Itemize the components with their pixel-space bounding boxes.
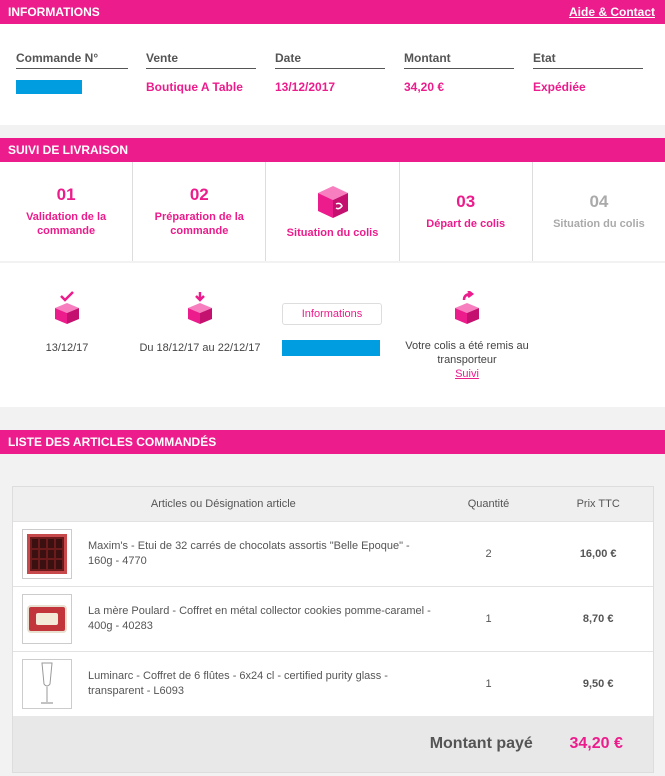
step-label: Situation du colis <box>553 218 645 230</box>
status-header: Etat <box>533 51 643 69</box>
col-designation: Articles ou Désignation article <box>150 498 296 510</box>
item-cell: Luminarc - Coffret de 6 flûtes - 6x24 cl… <box>13 659 434 709</box>
item-price: 9,50 € <box>582 678 614 690</box>
info-header-bar: INFORMATIONS Aide & Contact <box>0 0 665 24</box>
timeline-preparation: Du 18/12/17 au 22/12/17 <box>136 291 264 354</box>
suivi-header-bar: SUIVI DE LIVRAISON <box>0 138 665 162</box>
table-header: Articles ou Désignation article Quantité… <box>13 487 653 521</box>
status-value: Expédiée <box>533 80 586 94</box>
col-quantity: Quantité <box>467 498 510 510</box>
info-title: INFORMATIONS <box>8 5 100 19</box>
informations-button[interactable]: Informations <box>282 303 382 325</box>
preparation-dates: Du 18/12/17 au 22/12/17 <box>139 342 261 354</box>
step-number: 03 <box>456 192 476 211</box>
table-row: Maxim's - Etui de 32 carrés de chocolats… <box>13 521 653 586</box>
sale-col: Vente Boutique A Table <box>146 51 256 94</box>
total-value: 34,20 € <box>569 735 623 752</box>
sale-value: Boutique A Table <box>146 80 243 94</box>
articles-title: LISTE DES ARTICLES COMMANDÉS <box>8 435 217 449</box>
item-description: Luminarc - Coffret de 6 flûtes - 6x24 cl… <box>88 670 388 697</box>
order-number-header: Commande N° <box>16 51 128 69</box>
step-label: Préparation de la commande <box>154 211 244 237</box>
amount-value: 34,20 € <box>404 80 445 94</box>
box-download-icon <box>188 292 212 324</box>
tracking-steps: 01 Validation de la commande 02 Préparat… <box>0 162 665 261</box>
order-number-col: Commande N° <box>16 51 128 94</box>
total-row: Montant payé 34,20 € <box>13 716 653 772</box>
order-summary: Commande N° Vente Boutique A Table Date … <box>0 24 665 125</box>
shipped-text: Votre colis a été remis au transporteur <box>405 340 529 366</box>
step-current-situation: Situation du colis <box>266 162 400 261</box>
box-check-icon <box>55 291 79 324</box>
item-quantity: 1 <box>485 678 492 690</box>
order-number-redacted <box>16 80 82 94</box>
table-row: Luminarc - Coffret de 6 flûtes - 6x24 cl… <box>13 651 653 716</box>
timeline-validated: 13/12/17 <box>22 291 112 354</box>
sale-header: Vente <box>146 51 256 69</box>
product-image-chocolates <box>22 529 72 579</box>
step-label: Départ de colis <box>426 218 506 230</box>
table-row: La mère Poulard - Coffret en métal colle… <box>13 586 653 651</box>
suivi-title: SUIVI DE LIVRAISON <box>8 143 129 157</box>
product-image-cookies <box>22 594 72 644</box>
delivery-tracking-section: SUIVI DE LIVRAISON 01 Validation de la c… <box>0 138 665 407</box>
box-arrow-icon <box>455 290 479 324</box>
product-image-flutes <box>22 659 72 709</box>
date-header: Date <box>275 51 385 69</box>
track-link[interactable]: Suivi <box>455 368 479 380</box>
items-table: Articles ou Désignation article Quantité… <box>12 486 654 773</box>
item-quantity: 1 <box>485 613 492 625</box>
timeline-shipped: Votre colis a été remis au transporteur … <box>400 290 534 381</box>
order-info-section: INFORMATIONS Aide & Contact Commande N° … <box>0 0 665 125</box>
amount-col: Montant 34,20 € <box>404 51 514 94</box>
step-label: Validation de la commande <box>26 211 107 237</box>
amount-header: Montant <box>404 51 514 69</box>
date-value: 13/12/2017 <box>275 80 336 94</box>
col-price: Prix TTC <box>576 498 620 510</box>
item-cell: La mère Poulard - Coffret en métal colle… <box>13 594 434 644</box>
item-description: Maxim's - Etui de 32 carrés de chocolats… <box>88 540 410 567</box>
validated-date: 13/12/17 <box>45 342 89 354</box>
timeline-info: Informations <box>282 303 382 356</box>
item-description: La mère Poulard - Coffret en métal colle… <box>88 605 431 632</box>
help-contact-link[interactable]: Aide & Contact <box>569 5 655 19</box>
champagne-flute-icon <box>41 662 53 704</box>
item-price: 8,70 € <box>582 613 614 625</box>
item-price: 16,00 € <box>579 548 617 560</box>
step-number: 01 <box>56 185 76 204</box>
step-situation-pending: 04 Situation du colis <box>533 162 665 261</box>
step-departure: 03 Départ de colis <box>400 162 533 261</box>
status-col: Etat Expédiée <box>533 51 643 94</box>
package-icon <box>317 185 348 218</box>
tracking-timeline: 13/12/17 Du 18/12/17 au 22/12/17 Informa… <box>0 263 665 407</box>
step-number: 02 <box>189 185 209 204</box>
item-cell: Maxim's - Etui de 32 carrés de chocolats… <box>13 529 434 579</box>
total-label: Montant payé <box>429 735 533 752</box>
step-label: Situation du colis <box>286 226 379 239</box>
ordered-items-section: LISTE DES ARTICLES COMMANDÉS Articles ou… <box>0 430 665 773</box>
step-validation: 01 Validation de la commande <box>0 162 134 261</box>
tracking-number-redacted <box>282 340 380 356</box>
item-quantity: 2 <box>485 548 492 560</box>
date-col: Date 13/12/2017 <box>275 51 385 94</box>
step-preparation: 02 Préparation de la commande <box>133 162 267 261</box>
step-number: 04 <box>589 192 609 211</box>
articles-header-bar: LISTE DES ARTICLES COMMANDÉS <box>0 430 665 454</box>
